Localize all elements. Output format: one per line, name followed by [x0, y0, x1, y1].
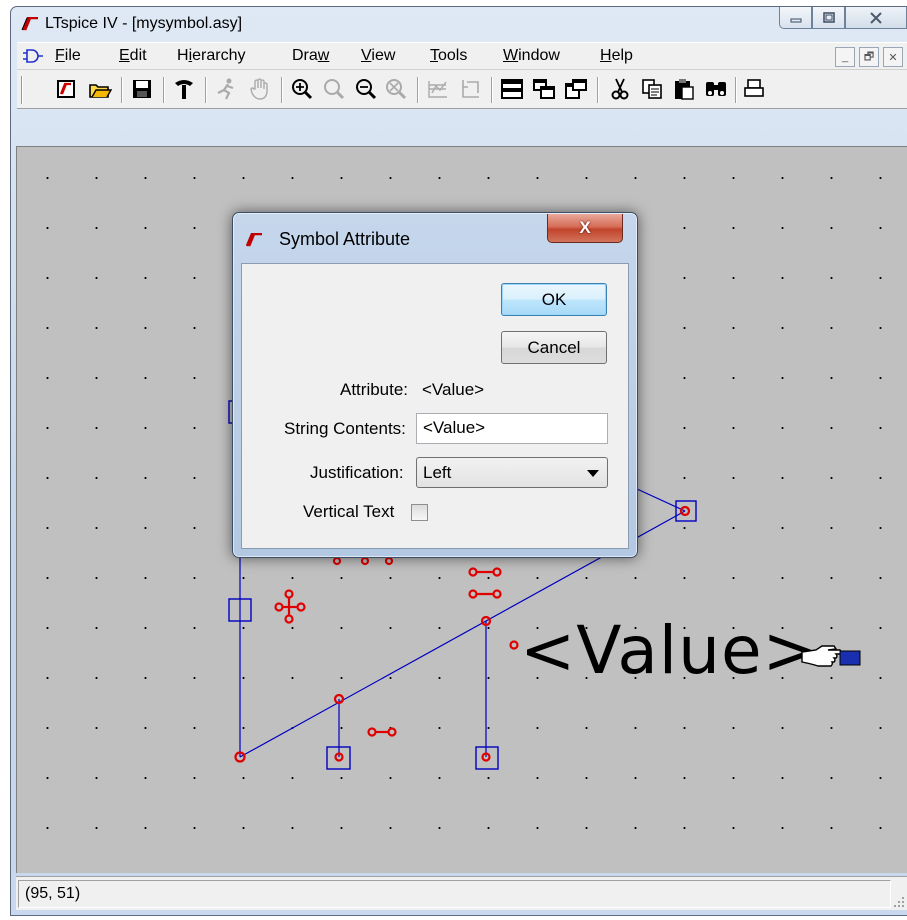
pin-box-right: [675, 500, 697, 522]
maximize-button[interactable]: [812, 7, 845, 29]
string-contents-label: String Contents:: [284, 419, 406, 438]
close-icon: [870, 11, 882, 24]
dialog-title: Symbol Attribute: [279, 229, 411, 249]
close-button[interactable]: [845, 7, 907, 29]
zoom-area-icon[interactable]: [321, 76, 347, 102]
justification-label: Justification:: [310, 463, 404, 482]
resize-grip-icon[interactable]: [891, 894, 905, 908]
cursor-coordinates: (95, 51): [18, 880, 891, 908]
caption-buttons: [779, 7, 907, 31]
menu-window[interactable]: Window: [503, 47, 560, 65]
run-icon[interactable]: [213, 76, 239, 102]
menu-edit[interactable]: Edit: [119, 47, 147, 65]
control-panel-icon[interactable]: [171, 76, 197, 102]
new-schematic-icon[interactable]: [53, 76, 79, 102]
menu-help[interactable]: Help: [600, 47, 633, 65]
paste-icon[interactable]: [671, 76, 697, 102]
find-icon[interactable]: [703, 76, 729, 102]
ltspice-logo-icon: [245, 233, 262, 247]
menu-bar: File Edit Hierarchy Draw View Tools Wind…: [17, 42, 907, 69]
copy-icon[interactable]: [639, 76, 665, 102]
maximize-icon: [822, 12, 835, 23]
vertical-text-checkbox[interactable]: [411, 504, 428, 521]
zoom-fit-icon[interactable]: [383, 76, 409, 102]
attribute-value: <Value>: [422, 380, 485, 399]
open-icon[interactable]: [87, 76, 113, 102]
window-title: LTspice IV - [mysymbol.asy]: [45, 15, 243, 32]
minimize-button[interactable]: [779, 7, 812, 29]
zoom-out-icon[interactable]: [353, 76, 379, 102]
dialog-close-button[interactable]: X: [547, 214, 623, 243]
menu-view[interactable]: View: [361, 47, 395, 65]
menu-tools[interactable]: Tools: [430, 47, 467, 65]
ok-button[interactable]: OK: [501, 283, 607, 316]
toolbar: [17, 69, 907, 109]
pan-icon[interactable]: [247, 76, 273, 102]
title-bar[interactable]: LTspice IV - [mysymbol.asy]: [11, 7, 907, 39]
attribute-label: Attribute:: [340, 380, 409, 399]
attribute-value-text[interactable]: <Value>: [520, 612, 819, 689]
minimize-icon: [790, 18, 801, 22]
save-icon[interactable]: [129, 76, 155, 102]
menu-hierarchy[interactable]: Hierarchy: [177, 47, 245, 65]
tile-vertical-icon[interactable]: [563, 76, 589, 102]
vertical-text-label: Vertical Text: [303, 502, 395, 521]
close-icon: X: [579, 218, 591, 237]
symbol-attribute-dialog: Symbol Attribute X OK Cancel Attribute: …: [232, 212, 638, 558]
print-icon[interactable]: [741, 76, 767, 102]
mdi-restore-button[interactable]: 🗗: [859, 47, 879, 67]
justification-select[interactable]: Left: [416, 457, 608, 488]
justification-value: Left: [423, 463, 452, 482]
menu-draw[interactable]: Draw: [292, 47, 329, 65]
pin-box-bottom-2: [475, 746, 499, 770]
mdi-minimize-button[interactable]: _: [835, 47, 855, 67]
pin-dot: [509, 640, 519, 650]
menu-file[interactable]: File: [55, 47, 81, 65]
chevron-down-icon: [587, 470, 599, 477]
cancel-button[interactable]: Cancel: [501, 331, 607, 364]
ltspice-logo-icon: [21, 17, 38, 31]
wire-upper-right: [636, 488, 686, 512]
autorange-icon[interactable]: [425, 76, 451, 102]
schematic-doc-icon[interactable]: [23, 47, 43, 65]
string-contents-field[interactable]: <Value>: [416, 413, 608, 444]
toolbar-grip[interactable]: [21, 76, 23, 104]
cascade-icon[interactable]: [531, 76, 557, 102]
status-bar: (95, 51): [16, 876, 907, 910]
tile-horizontal-icon[interactable]: [499, 76, 525, 102]
mdi-buttons: _ 🗗 ✕: [835, 47, 903, 67]
dialog-body: OK Cancel Attribute: <Value> String Cont…: [241, 263, 629, 549]
hand-cursor-icon: [801, 645, 861, 667]
zoom-in-icon[interactable]: [289, 76, 315, 102]
mdi-close-button[interactable]: ✕: [883, 47, 903, 67]
place-icon[interactable]: [457, 76, 483, 102]
cut-icon[interactable]: [607, 76, 633, 102]
